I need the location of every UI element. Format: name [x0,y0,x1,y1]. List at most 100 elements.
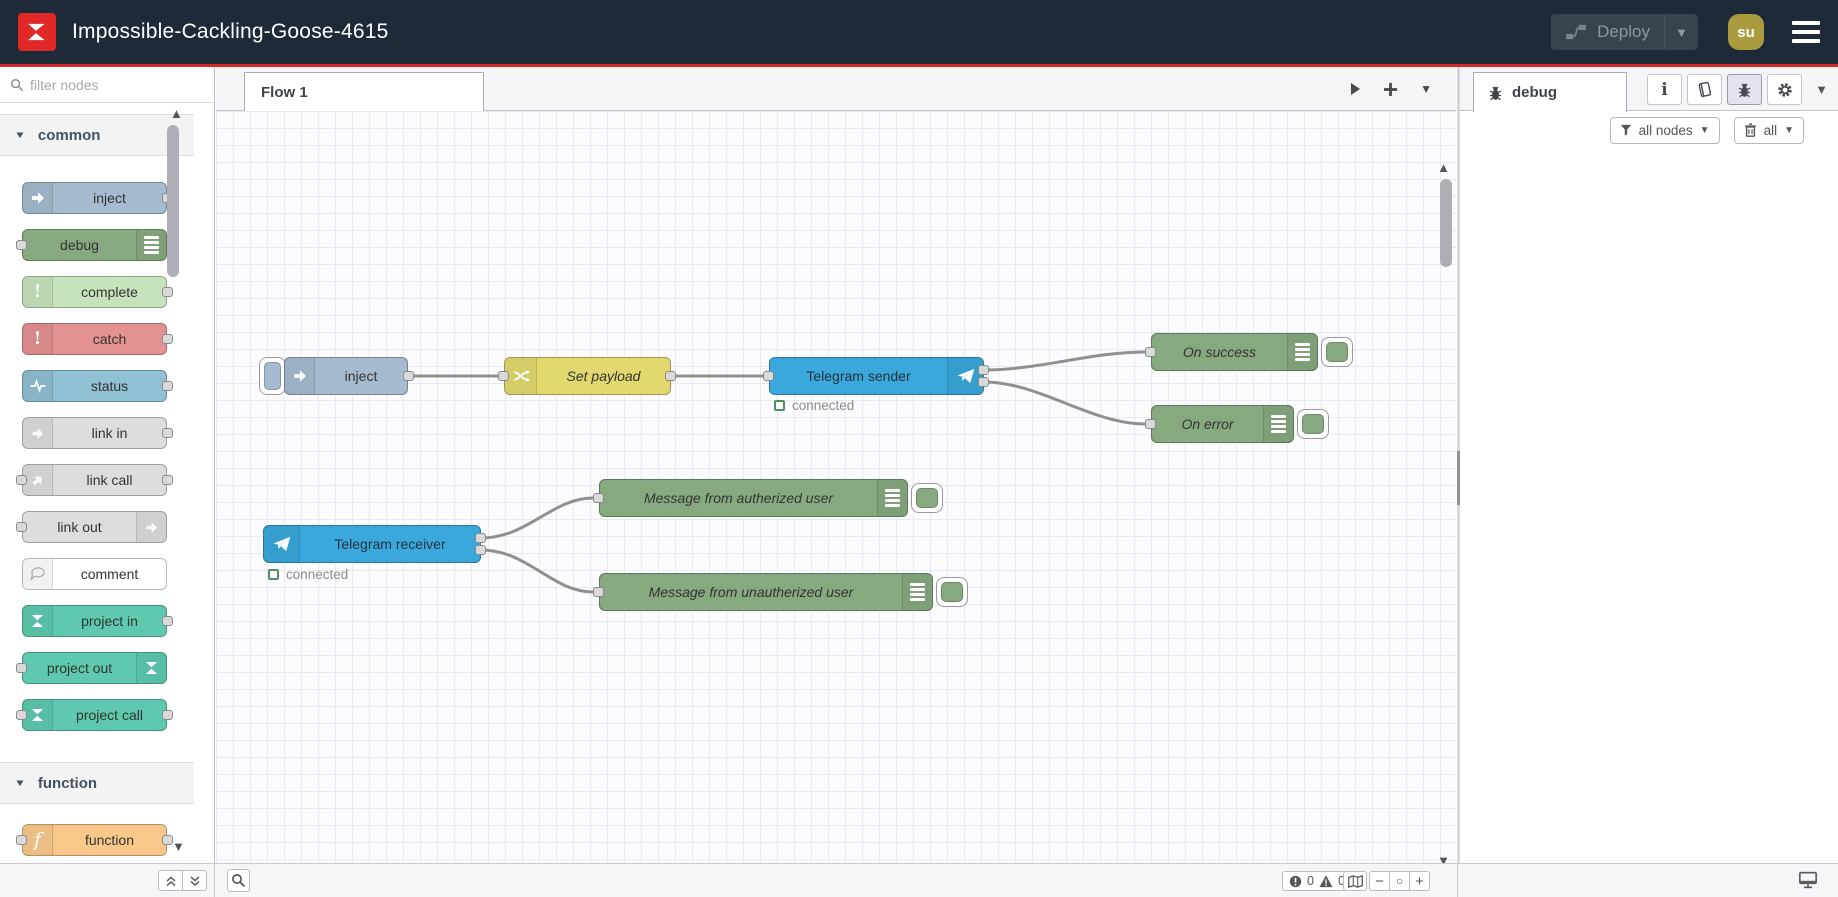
input-port[interactable] [593,587,604,597]
info-tab-button[interactable]: i [1647,74,1682,105]
input-port[interactable] [16,663,27,673]
navigator-button[interactable] [1343,871,1367,891]
output-port[interactable] [162,334,173,344]
palette-section-label: common [37,126,101,144]
sidebar-menu-icon[interactable]: ▼ [1815,82,1828,97]
palette-node-catch[interactable]: ! catch [22,323,173,355]
palette-node-debug[interactable]: debug [16,229,167,261]
input-port[interactable] [1145,419,1156,429]
tab-flow-1[interactable]: Flow 1 [244,72,484,112]
deploy-button[interactable]: Deploy [1551,22,1664,42]
output-port-1[interactable] [475,533,486,543]
palette-node-link-in[interactable]: link in [22,417,173,449]
palette-node-project-call[interactable]: project call [16,699,173,731]
output-port[interactable] [403,371,414,381]
warning-icon [1319,874,1333,887]
debug-toggle-button[interactable] [936,577,968,607]
link-arrow-icon [23,418,53,448]
output-port[interactable] [162,710,173,720]
config-tab-button[interactable] [1767,74,1802,105]
input-port[interactable] [16,710,27,720]
palette-scroll-up-icon[interactable]: ▲ [170,106,183,121]
flow-node-telegram-receiver[interactable]: Telegram receiver [263,525,481,563]
debug-clear-button[interactable]: all ▼ [1733,116,1804,144]
open-in-window-button[interactable] [1798,871,1818,894]
output-port[interactable] [162,381,173,391]
output-port-1[interactable] [978,365,989,375]
output-port-2[interactable] [475,545,486,555]
comment-bubble-icon [23,559,53,589]
palette-scrollbar[interactable] [167,125,179,277]
error-icon [1289,875,1302,887]
flow-node-msg-authorized[interactable]: Message from autherized user [599,479,908,517]
debug-list-icon [902,574,932,610]
output-port[interactable] [162,616,173,626]
output-port[interactable] [665,371,676,381]
input-port[interactable] [1145,347,1156,357]
palette-node-status[interactable]: status [22,370,173,402]
palette-section-function[interactable]: ▼ function [0,762,194,804]
input-port[interactable] [593,493,604,503]
palette-node-comment[interactable]: comment [22,558,167,590]
palette-collapse-all-button[interactable] [158,870,183,891]
palette-node-project-out[interactable]: project out [16,652,167,684]
add-flow-button[interactable] [1383,82,1398,97]
flow-canvas[interactable]: inject Set payload Telegram sender conne… [216,111,1456,863]
help-tab-button[interactable] [1687,74,1722,105]
palette-node-inject[interactable]: inject [22,182,173,214]
output-port[interactable] [162,428,173,438]
output-port-2[interactable] [978,377,989,387]
debug-message-list [1460,149,1838,863]
debug-list-icon [1287,334,1317,370]
chevron-down-icon: ▼ [14,129,26,141]
node-palette: ▼ common inject debug ! complete ! catch… [0,67,215,863]
link-arrow-icon [136,512,166,542]
palette-node-function[interactable]: f function [16,824,173,856]
flow-node-on-success[interactable]: On success [1151,333,1318,371]
palette-node-link-out[interactable]: link out [16,511,167,543]
zoom-reset-button[interactable]: ○ [1389,871,1410,891]
input-port[interactable] [498,371,509,381]
input-port[interactable] [16,522,27,532]
flow-issues-indicator[interactable]: 0 0 [1282,871,1352,891]
function-icon: f [23,825,53,855]
palette-node-link-call[interactable]: link call [16,464,173,496]
debug-toggle-button[interactable] [911,483,943,513]
tab-debug[interactable]: debug [1473,72,1627,112]
debug-toggle-button[interactable] [1321,337,1353,367]
palette-node-project-in[interactable]: project in [22,605,173,637]
node-status: connected [268,567,348,582]
debug-filter-button[interactable]: all nodes ▼ [1609,116,1720,144]
user-avatar[interactable]: su [1728,14,1764,50]
page-title: Impossible-Cackling-Goose-4615 [72,20,389,43]
zoom-in-button[interactable]: + [1409,871,1430,891]
debug-toggle-button[interactable] [1297,409,1329,439]
output-port[interactable] [162,475,173,485]
app-logo-icon [18,13,56,51]
flow-node-msg-unauthorized[interactable]: Message from unautherized user [599,573,933,611]
flow-list-dropdown-icon[interactable]: ▼ [1420,82,1432,96]
palette-section-common[interactable]: ▼ common [0,114,194,156]
main-menu-button[interactable] [1792,21,1820,43]
input-port[interactable] [16,240,27,250]
flow-node-inject[interactable]: inject [284,357,408,395]
palette-filter-input[interactable] [30,76,170,93]
output-port[interactable] [162,287,173,297]
palette-scroll-down-icon[interactable]: ▼ [172,839,185,854]
search-flows-button[interactable] [227,869,250,892]
zoom-out-button[interactable]: − [1369,871,1390,891]
palette-expand-all-button[interactable] [182,870,207,891]
input-port[interactable] [16,835,27,845]
palette-node-complete[interactable]: ! complete [22,276,173,308]
input-port[interactable] [16,475,27,485]
deploy-options-button[interactable]: ▼ [1664,14,1698,50]
debug-tab-button[interactable] [1727,74,1762,105]
change-icon [505,358,537,394]
header: Impossible-Cackling-Goose-4615 Deploy ▼ … [0,0,1838,64]
flow-node-set-payload[interactable]: Set payload [504,357,671,395]
flow-node-on-error[interactable]: On error [1151,405,1294,443]
inject-trigger-button[interactable] [259,357,286,395]
flow-node-telegram-sender[interactable]: Telegram sender [769,357,984,395]
tab-scroll-right-icon[interactable] [1349,82,1361,96]
input-port[interactable] [763,371,774,381]
